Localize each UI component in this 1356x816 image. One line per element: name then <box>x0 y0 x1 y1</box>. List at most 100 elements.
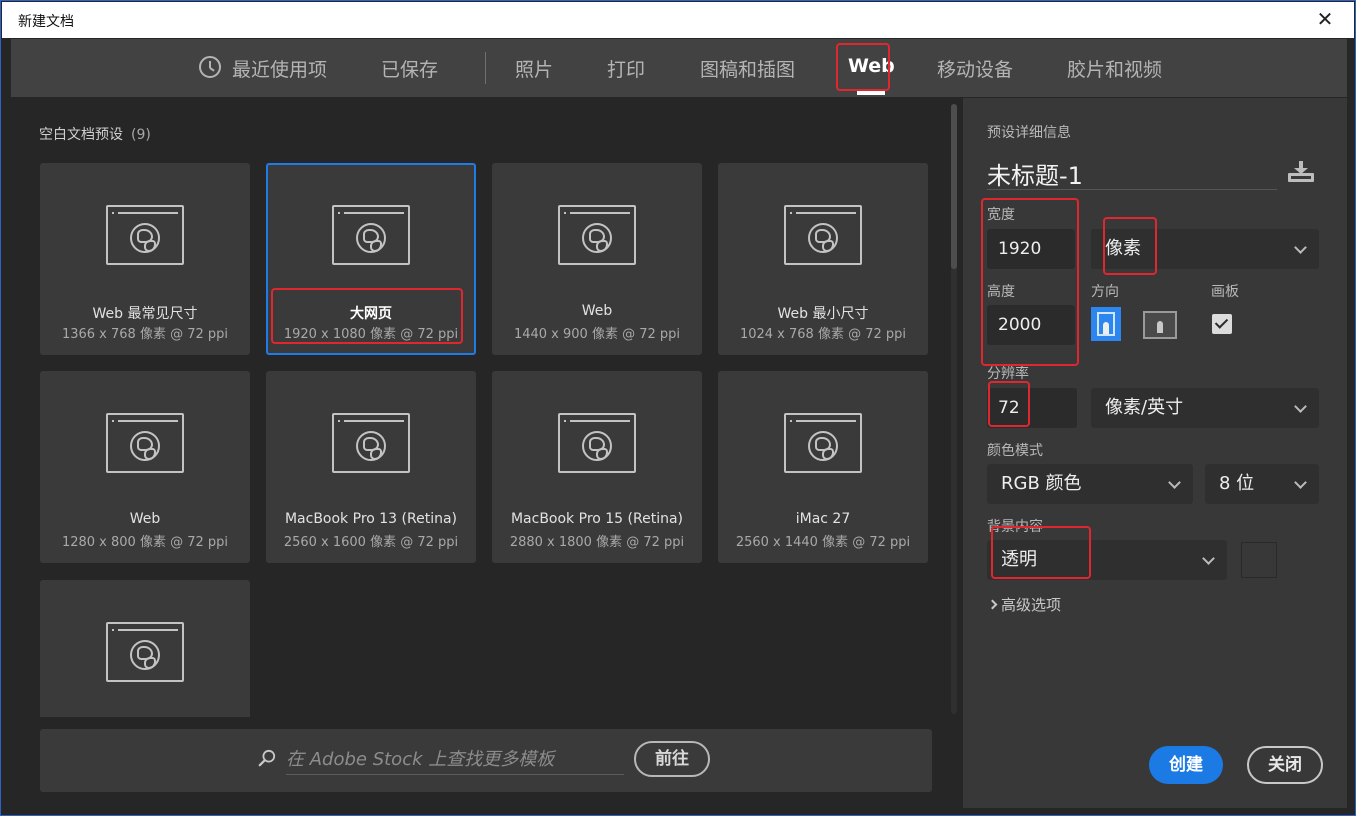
clock-icon <box>199 56 221 78</box>
category-tabs: 最近使用项 已保存 照片 打印 图稿和插图 Web 移动设备 胶片和视频 <box>11 39 1347 97</box>
orientation-label: 方向 <box>1091 284 1119 300</box>
preset-dims: 1024 x 768 像素 @ 72 ppi <box>739 327 907 342</box>
preset-details-panel: 预设详细信息 未标题-1 宽度 1920 像素 高度 2000 方向 画板 分辨… <box>963 98 1347 808</box>
advanced-options-label: 高级选项 <box>1001 596 1062 614</box>
bit-depth-select[interactable]: 8 位 <box>1205 464 1319 504</box>
preset-name: 大网页 <box>350 306 392 322</box>
save-preset-icon[interactable] <box>1287 160 1315 184</box>
close-button[interactable]: 关闭 <box>1247 746 1323 784</box>
tab-divider <box>485 52 486 84</box>
web-document-icon <box>558 413 636 473</box>
chevron-down-icon <box>1294 400 1307 413</box>
preset-dims: 1440 x 900 像素 @ 72 ppi <box>513 327 681 342</box>
background-value: 透明 <box>1001 549 1037 570</box>
resolution-unit-value: 像素/英寸 <box>1105 397 1184 418</box>
tab-print[interactable]: 打印 <box>607 55 645 82</box>
tab-web[interactable]: Web <box>848 55 895 77</box>
details-heading: 预设详细信息 <box>987 125 1071 141</box>
search-icon <box>258 749 276 767</box>
active-tab-indicator <box>857 91 885 95</box>
document-name-input[interactable]: 未标题-1 <box>987 156 1277 190</box>
preset-name: Web 最小尺寸 <box>777 306 869 322</box>
go-button[interactable]: 前往 <box>634 741 710 777</box>
resolution-input[interactable]: 72 <box>987 388 1077 428</box>
preset-name: iMac 27 <box>795 511 851 527</box>
preset-name: MacBook Pro 15 (Retina) <box>510 511 684 527</box>
web-document-icon <box>332 413 410 473</box>
tab-recent[interactable]: 最近使用项 <box>232 55 327 82</box>
background-select[interactable]: 透明 <box>987 540 1227 580</box>
preset-card-web[interactable]: Web 1440 x 900 像素 @ 72 ppi <box>492 163 702 355</box>
preset-card-macbook-pro-13[interactable]: MacBook Pro 13 (Retina) 2560 x 1600 像素 @… <box>266 371 476 563</box>
landscape-icon <box>1157 321 1163 333</box>
title-bar: 新建文档 ✕ <box>2 2 1354 38</box>
preset-name: Web 最常见尺寸 <box>92 306 198 322</box>
scrollbar-thumb[interactable] <box>951 104 957 269</box>
web-document-icon <box>106 622 184 682</box>
chevron-down-icon <box>1294 476 1307 489</box>
web-document-icon <box>558 205 636 265</box>
tab-film-video[interactable]: 胶片和视频 <box>1067 55 1162 82</box>
background-label: 背景内容 <box>987 519 1043 535</box>
chevron-right-icon <box>987 599 998 610</box>
artboard-checkbox[interactable] <box>1212 314 1232 334</box>
unit-select[interactable]: 像素 <box>1091 229 1319 269</box>
web-document-icon <box>784 413 862 473</box>
preset-card-imac-27[interactable]: iMac 27 2560 x 1440 像素 @ 72 ppi <box>718 371 928 563</box>
tab-mobile[interactable]: 移动设备 <box>937 55 1013 82</box>
preset-name: MacBook Pro 13 (Retina) <box>284 511 458 527</box>
preset-dims: 2560 x 1440 像素 @ 72 ppi <box>735 535 911 550</box>
landscape-orientation-button[interactable] <box>1143 311 1177 339</box>
stock-search-input[interactable] <box>286 745 624 775</box>
height-label: 高度 <box>987 284 1015 300</box>
tab-art-illustration[interactable]: 图稿和插图 <box>700 55 795 82</box>
tab-photo[interactable]: 照片 <box>515 55 553 82</box>
advanced-options-toggle[interactable]: 高级选项 <box>987 594 1062 615</box>
width-input[interactable]: 1920 <box>987 229 1075 269</box>
portrait-orientation-button[interactable] <box>1091 307 1121 341</box>
width-label: 宽度 <box>987 207 1015 223</box>
web-document-icon <box>784 205 862 265</box>
preset-name: Web <box>581 303 613 319</box>
preset-name: Web <box>129 511 161 527</box>
resolution-unit-select[interactable]: 像素/英寸 <box>1091 388 1319 428</box>
color-mode-label: 颜色模式 <box>987 443 1043 459</box>
presets-panel: 空白文档预设 (9) Web 最常见尺寸 1366 x 768 像素 @ 72 p… <box>11 98 961 808</box>
presets-count: (9) <box>131 127 151 143</box>
height-input[interactable]: 2000 <box>987 305 1075 345</box>
preset-card-macbook-pro-15[interactable]: MacBook Pro 15 (Retina) 2880 x 1800 像素 @… <box>492 371 702 563</box>
presets-heading-label: 空白文档预设 <box>39 127 123 143</box>
chevron-down-icon <box>1202 552 1215 565</box>
web-document-icon <box>106 413 184 473</box>
preset-dims: 1366 x 768 像素 @ 72 ppi <box>61 327 229 342</box>
tab-saved[interactable]: 已保存 <box>381 55 438 82</box>
color-mode-value: RGB 颜色 <box>1001 473 1082 494</box>
artboard-label: 画板 <box>1211 284 1239 300</box>
preset-card-web-common[interactable]: Web 最常见尺寸 1366 x 768 像素 @ 72 ppi <box>40 163 250 355</box>
preset-dims: 2880 x 1800 像素 @ 72 ppi <box>509 535 685 550</box>
background-color-swatch[interactable] <box>1241 542 1277 578</box>
portrait-icon <box>1097 312 1115 336</box>
bit-depth-value: 8 位 <box>1219 473 1255 494</box>
create-button[interactable]: 创建 <box>1149 746 1223 784</box>
chevron-down-icon <box>1294 241 1307 254</box>
new-document-dialog: 新建文档 ✕ 最近使用项 已保存 照片 打印 图稿和插图 Web 移动设备 胶片… <box>0 0 1356 816</box>
presets-scrollbar[interactable] <box>951 104 957 714</box>
resolution-label: 分辨率 <box>987 366 1029 382</box>
preset-dims: 1920 x 1080 像素 @ 72 ppi <box>283 327 459 342</box>
stock-search-bar: 前往 <box>40 729 932 792</box>
unit-select-value: 像素 <box>1105 238 1141 259</box>
web-document-icon <box>106 205 184 265</box>
close-icon[interactable]: ✕ <box>1312 6 1338 32</box>
preset-dims: 1280 x 800 像素 @ 72 ppi <box>61 535 229 550</box>
web-document-icon <box>332 205 410 265</box>
preset-dims: 2560 x 1600 像素 @ 72 ppi <box>283 535 459 550</box>
preset-card-large-web[interactable]: 大网页 1920 x 1080 像素 @ 72 ppi <box>266 163 476 355</box>
preset-card-web-minimum[interactable]: Web 最小尺寸 1024 x 768 像素 @ 72 ppi <box>718 163 928 355</box>
preset-card-partial[interactable] <box>40 580 250 717</box>
dialog-title: 新建文档 <box>18 14 74 30</box>
preset-card-web-1280[interactable]: Web 1280 x 800 像素 @ 72 ppi <box>40 371 250 563</box>
color-mode-select[interactable]: RGB 颜色 <box>987 464 1193 504</box>
presets-heading: 空白文档预设 (9) <box>39 124 151 144</box>
chevron-down-icon <box>1168 476 1181 489</box>
